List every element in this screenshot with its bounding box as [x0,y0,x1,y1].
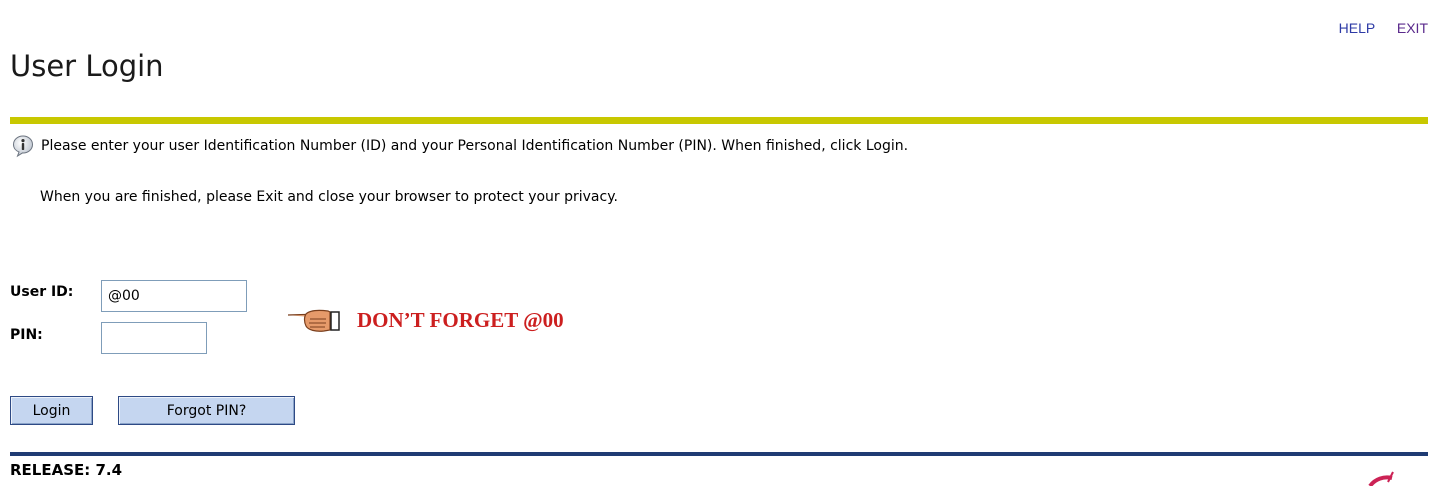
top-nav-links: HELP EXIT [1321,20,1428,36]
privacy-message: When you are finished, please Exit and c… [40,189,618,205]
title-divider [10,117,1428,124]
footer-divider [10,452,1428,456]
logo-icon [1330,470,1430,486]
reminder-text: DON’T FORGET @00 [357,307,564,332]
pin-input[interactable] [101,322,207,354]
forgot-pin-button[interactable]: Forgot PIN? [118,396,295,425]
userid-input[interactable] [101,280,247,312]
pin-label: PIN: [10,327,43,343]
page-title: User Login [10,49,164,83]
login-button[interactable]: Login [10,396,93,425]
exit-link[interactable]: EXIT [1397,20,1428,36]
info-message: Please enter your user Identification Nu… [11,134,908,158]
pin-reminder: DON’T FORGET @00 [286,306,564,334]
pointing-hand-icon [286,306,354,334]
info-icon [11,134,35,158]
userid-label: User ID: [10,284,74,300]
help-link[interactable]: HELP [1339,20,1375,36]
info-message-text: Please enter your user Identification Nu… [41,138,909,154]
release-version: RELEASE: 7.4 [10,461,123,479]
